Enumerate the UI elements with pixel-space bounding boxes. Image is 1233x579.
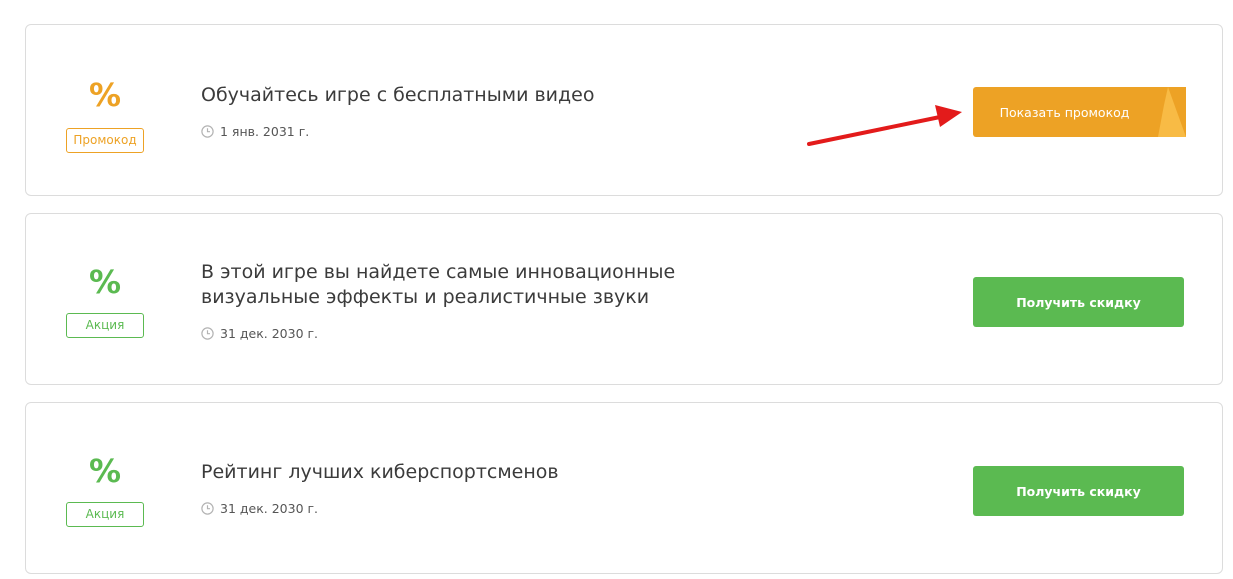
offer-type-tag: Акция [66, 502, 144, 527]
offer-card-sale-2: % Акция Рейтинг лучших киберспортсменов … [25, 402, 1223, 574]
get-discount-button[interactable]: Получить скидку [973, 277, 1184, 327]
offer-info: Обучайтесь игре с бесплатными видео 1 ян… [201, 83, 761, 140]
percent-icon: % [88, 452, 122, 490]
offer-title: В этой игре вы найдете самые инновационн… [201, 261, 676, 308]
get-discount-button-label: Получить скидку [1016, 294, 1141, 310]
offer-date-text: 1 янв. 2031 г. [220, 123, 310, 139]
offer-date: 31 дек. 2030 г. [201, 499, 761, 517]
offer-info: В этой игре вы найдете самые инновационн… [201, 260, 761, 342]
promocode-fold-corner [1154, 87, 1186, 137]
percent-icon: % [88, 263, 122, 301]
offer-info: Рейтинг лучших киберспортсменов 31 дек. … [201, 460, 761, 517]
offer-title: Рейтинг лучших киберспортсменов [201, 461, 559, 483]
offer-date-text: 31 дек. 2030 г. [220, 500, 319, 516]
offer-card-sale-1: % Акция В этой игре вы найдете самые инн… [25, 213, 1223, 385]
clock-icon [201, 326, 214, 340]
clock-icon [201, 501, 214, 515]
get-discount-button[interactable]: Получить скидку [973, 466, 1184, 516]
offer-date: 31 дек. 2030 г. [201, 324, 761, 342]
offer-date: 1 янв. 2031 г. [201, 122, 761, 140]
show-promocode-button-label: Показать промокод [999, 104, 1130, 120]
clock-icon [201, 124, 214, 138]
offers-list: % Промокод Обучайтесь игре с бесплатными… [0, 0, 1233, 579]
offer-date-text: 31 дек. 2030 г. [220, 325, 319, 341]
percent-icon: % [88, 76, 122, 114]
offer-badge: % Акция [66, 266, 144, 338]
show-promocode-button[interactable]: Показать промокод [973, 87, 1186, 137]
offer-badge: % Промокод [66, 79, 144, 153]
offer-badge: % Акция [66, 455, 144, 527]
offer-title: Обучайтесь игре с бесплатными видео [201, 84, 595, 106]
get-discount-button-label: Получить скидку [1016, 483, 1141, 499]
offer-type-tag: Акция [66, 313, 144, 338]
offer-type-tag: Промокод [66, 128, 144, 153]
offer-card-promocode: % Промокод Обучайтесь игре с бесплатными… [25, 24, 1223, 196]
